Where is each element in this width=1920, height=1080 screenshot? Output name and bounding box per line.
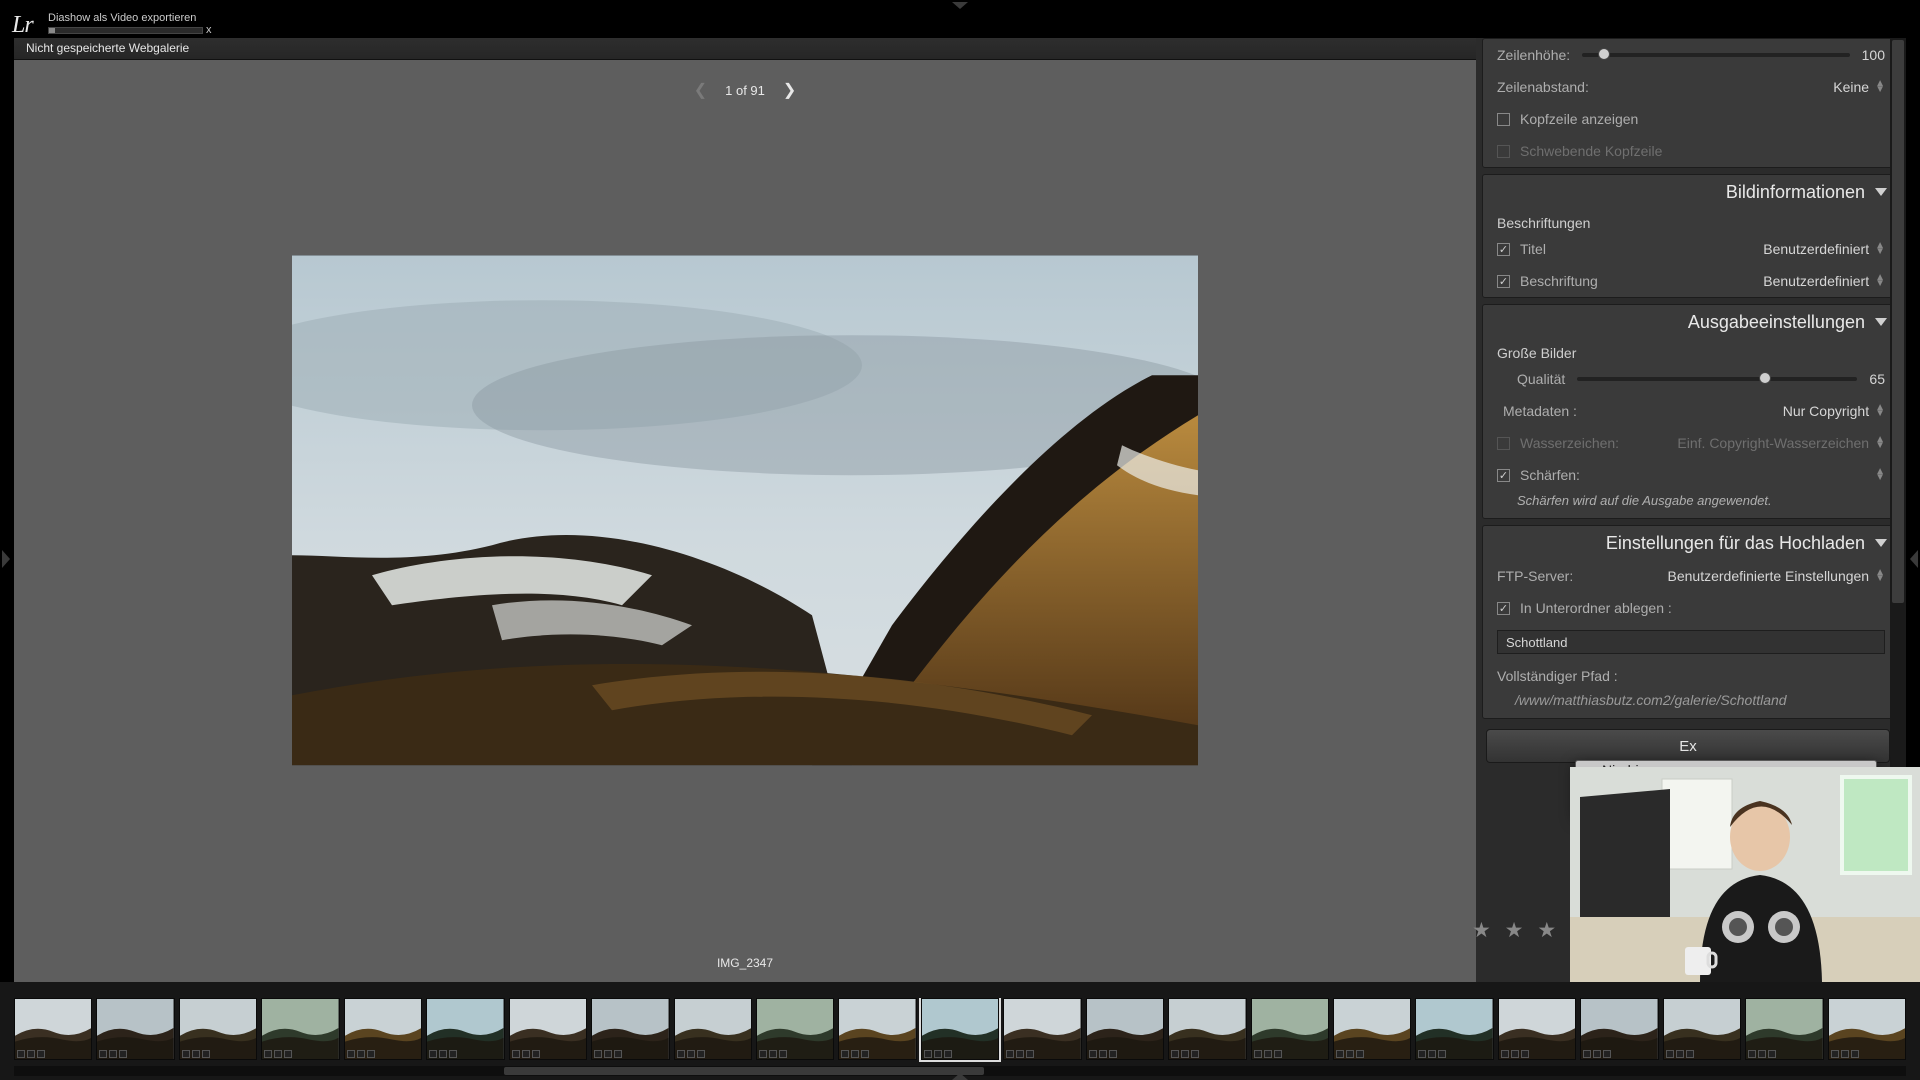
pager-text: 1 of 91 <box>725 83 765 98</box>
filmstrip-thumb[interactable] <box>1828 998 1906 1060</box>
image-caption: IMG_2347 <box>717 956 773 970</box>
subfolder-label: In Unterordner ablegen : <box>1520 600 1672 616</box>
row-gap-stepper-icon[interactable]: ▲▼ <box>1875 81 1885 93</box>
watermark-checkbox[interactable] <box>1497 437 1510 450</box>
image-info-section-header[interactable]: Bildinformationen <box>1483 175 1899 209</box>
show-header-checkbox[interactable] <box>1497 113 1510 126</box>
filmstrip-thumb[interactable] <box>1415 998 1493 1060</box>
filmstrip-thumb[interactable] <box>1663 998 1741 1060</box>
left-panel-toggle[interactable] <box>0 38 14 1080</box>
caption-label: Beschriftung <box>1520 273 1598 289</box>
preview-image <box>292 255 1198 765</box>
subfolder-checkbox[interactable]: ✓ <box>1497 602 1510 615</box>
large-images-subhead: Große Bilder <box>1483 339 1899 363</box>
filmstrip-thumb[interactable] <box>1251 998 1329 1060</box>
title-value[interactable]: Benutzerdefiniert <box>1763 241 1869 257</box>
quality-value: 65 <box>1869 371 1885 387</box>
app-logo: Lr <box>12 12 33 39</box>
sharpen-note: Schärfen wird auf die Ausgabe angewendet… <box>1483 491 1899 518</box>
preview-canvas: ❮ 1 of 91 ❯ <box>14 60 1476 1042</box>
filmstrip-thumb[interactable] <box>96 998 174 1060</box>
title-checkbox[interactable]: ✓ <box>1497 243 1510 256</box>
watermark-value: Einf. Copyright-Wasserzeichen <box>1677 435 1869 451</box>
chevron-down-icon <box>1875 188 1887 196</box>
filmstrip-thumb[interactable] <box>591 998 669 1060</box>
ftp-label: FTP-Server: <box>1497 568 1573 584</box>
quality-slider[interactable] <box>1577 377 1857 381</box>
row-gap-label: Zeilenabstand: <box>1497 79 1589 95</box>
caption-checkbox[interactable]: ✓ <box>1497 275 1510 288</box>
floating-header-checkbox <box>1497 145 1510 158</box>
filmstrip-thumb[interactable] <box>1003 998 1081 1060</box>
export-task-title: Diashow als Video exportieren <box>48 12 196 24</box>
filmstrip-thumb[interactable] <box>426 998 504 1060</box>
sharpen-label: Schärfen: <box>1520 467 1580 483</box>
row-height-label: Zeilenhöhe: <box>1497 47 1570 63</box>
filmstrip-thumb[interactable] <box>179 998 257 1060</box>
sharpen-dropdown-icon[interactable]: ▲▼ <box>1875 469 1885 481</box>
ftp-value[interactable]: Benutzerdefinierte Einstellungen <box>1668 568 1870 584</box>
show-header-label: Kopfzeile anzeigen <box>1520 111 1638 127</box>
filmstrip-thumb[interactable] <box>674 998 752 1060</box>
filmstrip-thumb[interactable] <box>1086 998 1164 1060</box>
metadata-value[interactable]: Nur Copyright <box>1783 403 1869 419</box>
caption-stepper-icon[interactable]: ▲▼ <box>1875 275 1885 287</box>
webcam-overlay <box>1570 767 1920 982</box>
sharpen-checkbox[interactable]: ✓ <box>1497 469 1510 482</box>
subfolder-input[interactable] <box>1497 630 1885 654</box>
prev-page-button[interactable]: ❮ <box>694 80 707 100</box>
filmstrip-thumb[interactable] <box>344 998 422 1060</box>
upload-settings-section-header[interactable]: Einstellungen für das Hochladen <box>1483 526 1899 560</box>
ftp-stepper-icon[interactable]: ▲▼ <box>1875 570 1885 582</box>
filmstrip-thumb[interactable] <box>1745 998 1823 1060</box>
bottom-panel-toggle-icon[interactable] <box>952 1073 968 1080</box>
next-page-button[interactable]: ❯ <box>783 80 796 100</box>
output-settings-section-header[interactable]: Ausgabeeinstellungen <box>1483 305 1899 339</box>
filmstrip-thumb[interactable] <box>1580 998 1658 1060</box>
chevron-down-icon <box>1875 318 1887 326</box>
filmstrip-thumb[interactable] <box>261 998 339 1060</box>
title-stepper-icon[interactable]: ▲▼ <box>1875 243 1885 255</box>
caption-value[interactable]: Benutzerdefiniert <box>1763 273 1869 289</box>
metadata-stepper-icon[interactable]: ▲▼ <box>1875 405 1885 417</box>
filmstrip-thumb[interactable] <box>838 998 916 1060</box>
metadata-label: Metadaten : <box>1503 403 1577 419</box>
fullpath-label: Vollständiger Pfad : <box>1497 668 1618 684</box>
row-height-value: 100 <box>1862 47 1885 63</box>
quality-label: Qualität <box>1517 371 1565 387</box>
row-height-slider[interactable] <box>1582 53 1849 57</box>
cancel-export-button[interactable]: x <box>206 24 212 36</box>
watermark-stepper-icon: ▲▼ <box>1875 437 1885 449</box>
filmstrip-thumb[interactable] <box>921 998 999 1060</box>
unsaved-gallery-label: Nicht gespeicherte Webgalerie <box>14 38 1476 60</box>
export-progress-bar <box>48 27 203 34</box>
export-button[interactable]: Ex <box>1486 729 1890 763</box>
filmstrip-thumb[interactable] <box>1498 998 1576 1060</box>
chevron-down-icon <box>1875 539 1887 547</box>
row-gap-value[interactable]: Keine <box>1833 79 1869 95</box>
filmstrip-thumb[interactable] <box>756 998 834 1060</box>
top-panel-toggle-icon[interactable] <box>952 2 968 9</box>
filmstrip-thumb[interactable] <box>1168 998 1246 1060</box>
captions-subhead: Beschriftungen <box>1483 209 1899 233</box>
fullpath-value: /www/matthiasbutz.com2/galerie/Schottlan… <box>1497 692 1787 708</box>
rating-stars[interactable]: ★ ★ ★ <box>1472 918 1560 943</box>
floating-header-label: Schwebende Kopfzeile <box>1520 143 1662 159</box>
filmstrip-thumb[interactable] <box>1333 998 1411 1060</box>
filmstrip-thumb[interactable] <box>14 998 92 1060</box>
watermark-label: Wasserzeichen: <box>1520 435 1619 451</box>
title-label: Titel <box>1520 241 1546 257</box>
filmstrip-thumb[interactable] <box>509 998 587 1060</box>
filmstrip[interactable] <box>14 998 1906 1062</box>
